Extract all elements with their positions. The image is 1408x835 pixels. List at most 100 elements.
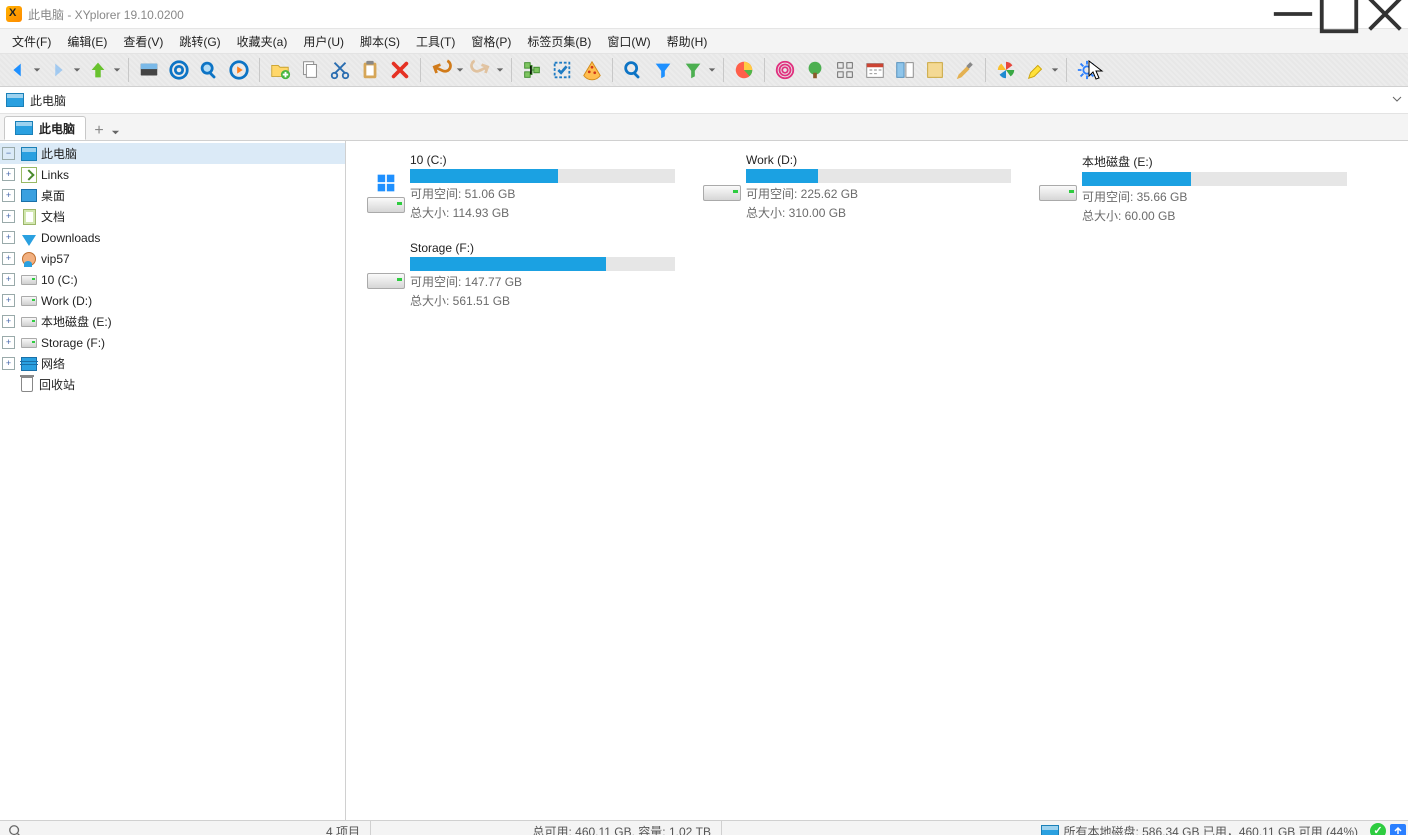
tree-drive-f[interactable]: + Storage (F:)	[0, 332, 345, 353]
cut-button[interactable]	[326, 56, 354, 84]
forward-history-dropdown[interactable]	[72, 56, 82, 84]
menu-tabsets[interactable]: 标签页集(B)	[519, 30, 599, 53]
redo-button[interactable]	[467, 56, 495, 84]
minimize-button[interactable]	[1270, 0, 1316, 28]
new-folder-button[interactable]	[266, 56, 294, 84]
tree-recycle[interactable]: 回收站	[0, 374, 345, 395]
drive-tile[interactable]: 10 (C:) 可用空间: 51.06 GB 总大小: 114.93 GB	[360, 149, 696, 237]
undo-button[interactable]	[427, 56, 455, 84]
drive-total: 总大小: 561.51 GB	[410, 292, 694, 309]
address-dropdown[interactable]	[1392, 93, 1402, 107]
menu-fav[interactable]: 收藏夹(a)	[229, 30, 296, 53]
menu-goto[interactable]: 跳转(G)	[171, 30, 228, 53]
tree-this-pc[interactable]: − 此电脑	[0, 143, 345, 164]
drive-icon	[698, 153, 746, 233]
app-icon	[6, 6, 22, 22]
pc-icon	[15, 121, 33, 135]
new-tab-button[interactable]: +	[90, 122, 108, 140]
toolbar-sep	[764, 58, 765, 82]
tree-desktop[interactable]: + 桌面	[0, 185, 345, 206]
close-button[interactable]	[1362, 0, 1408, 28]
paste-button[interactable]	[356, 56, 384, 84]
tree-icon[interactable]	[801, 56, 829, 84]
menu-help[interactable]: 帮助(H)	[659, 30, 716, 53]
toolbar-sep	[1066, 58, 1067, 82]
tree-network[interactable]: + 网络	[0, 353, 345, 374]
copy-button[interactable]	[296, 56, 324, 84]
menu-script[interactable]: 脚本(S)	[352, 30, 408, 53]
drive-icon	[362, 241, 410, 321]
single-pane-button[interactable]	[921, 56, 949, 84]
redo-dropdown[interactable]	[495, 56, 505, 84]
hotlist-button[interactable]	[135, 56, 163, 84]
highlighter-dropdown[interactable]	[1050, 56, 1060, 84]
mini-tree-button[interactable]	[518, 56, 546, 84]
drive-name: Storage (F:)	[410, 241, 694, 255]
highlighter-icon[interactable]	[1022, 56, 1050, 84]
menu-tools[interactable]: 工具(T)	[408, 30, 463, 53]
pie-icon[interactable]	[730, 56, 758, 84]
menu-edit[interactable]: 编辑(E)	[59, 30, 115, 53]
tree-links[interactable]: + Links	[0, 164, 345, 185]
status-all-drives: 所有本地磁盘: 586.34 GB 已用，460.11 GB 可用 (44%)	[722, 821, 1368, 835]
menubar: 文件(F) 编辑(E) 查看(V) 跳转(G) 收藏夹(a) 用户(U) 脚本(…	[0, 29, 1408, 54]
menu-pane[interactable]: 窗格(P)	[463, 30, 519, 53]
file-list[interactable]: 10 (C:) 可用空间: 51.06 GB 总大小: 114.93 GB Wo…	[346, 141, 1408, 820]
tab-list-dropdown[interactable]	[108, 126, 122, 140]
status-ok-icon[interactable]: ✓	[1370, 823, 1386, 835]
tree-drive-e[interactable]: + 本地磁盘 (E:)	[0, 311, 345, 332]
address-path: 此电脑	[30, 92, 66, 109]
tree-user[interactable]: + vip57	[0, 248, 345, 269]
maximize-button[interactable]	[1316, 0, 1362, 28]
pizza-icon[interactable]	[578, 56, 606, 84]
drive-usage-bar	[746, 169, 1011, 183]
delete-button[interactable]	[386, 56, 414, 84]
toolbar-sep	[128, 58, 129, 82]
menu-user[interactable]: 用户(U)	[295, 30, 352, 53]
brush-button[interactable]	[951, 56, 979, 84]
drive-free: 可用空间: 147.77 GB	[410, 273, 694, 290]
drive-name: 10 (C:)	[410, 153, 694, 167]
tree-drive-d[interactable]: + Work (D:)	[0, 290, 345, 311]
select-all-button[interactable]	[548, 56, 576, 84]
tree-drive-c[interactable]: + 10 (C:)	[0, 269, 345, 290]
folder-tree[interactable]: − 此电脑 + Links + 桌面 + 文档 + Downloads + vi…	[0, 141, 346, 820]
find-button[interactable]	[195, 56, 223, 84]
drive-tile[interactable]: 本地磁盘 (E:) 可用空间: 35.66 GB 总大小: 60.00 GB	[1032, 149, 1368, 237]
tab-this-pc[interactable]: 此电脑	[4, 116, 86, 140]
forward-button[interactable]	[44, 56, 72, 84]
drive-total: 总大小: 114.93 GB	[410, 204, 694, 221]
address-bar[interactable]: 此电脑	[0, 87, 1408, 114]
drive-name: Work (D:)	[746, 153, 1030, 167]
filter-button[interactable]	[649, 56, 677, 84]
drive-icon	[362, 153, 410, 233]
dual-pane-button[interactable]	[891, 56, 919, 84]
calendar-icon[interactable]	[861, 56, 889, 84]
status-update-icon[interactable]	[1390, 824, 1406, 835]
spiral-icon[interactable]	[771, 56, 799, 84]
menu-file[interactable]: 文件(F)	[4, 30, 59, 53]
drive-free: 可用空间: 35.66 GB	[1082, 188, 1366, 205]
undo-dropdown[interactable]	[455, 56, 465, 84]
drive-total: 总大小: 60.00 GB	[1082, 207, 1366, 224]
back-button[interactable]	[4, 56, 32, 84]
up-button[interactable]	[84, 56, 112, 84]
menu-view[interactable]: 查看(V)	[115, 30, 171, 53]
up-dropdown[interactable]	[112, 56, 122, 84]
tree-downloads[interactable]: + Downloads	[0, 227, 345, 248]
menu-window[interactable]: 窗口(W)	[599, 30, 658, 53]
drive-tile[interactable]: Storage (F:) 可用空间: 147.77 GB 总大小: 561.51…	[360, 237, 696, 325]
target-button[interactable]	[165, 56, 193, 84]
quick-search-button[interactable]	[619, 56, 647, 84]
search-icon[interactable]	[0, 824, 30, 835]
color-filter-dropdown[interactable]	[707, 56, 717, 84]
window-title: 此电脑 - XYplorer 19.10.0200	[28, 6, 184, 23]
back-history-dropdown[interactable]	[32, 56, 42, 84]
pc-icon	[1041, 825, 1059, 835]
color-filter-button[interactable]	[679, 56, 707, 84]
exit-find-button[interactable]	[225, 56, 253, 84]
tree-documents[interactable]: + 文档	[0, 206, 345, 227]
drive-tile[interactable]: Work (D:) 可用空间: 225.62 GB 总大小: 310.00 GB	[696, 149, 1032, 237]
pinwheel-icon[interactable]	[992, 56, 1020, 84]
grid-view-button[interactable]	[831, 56, 859, 84]
